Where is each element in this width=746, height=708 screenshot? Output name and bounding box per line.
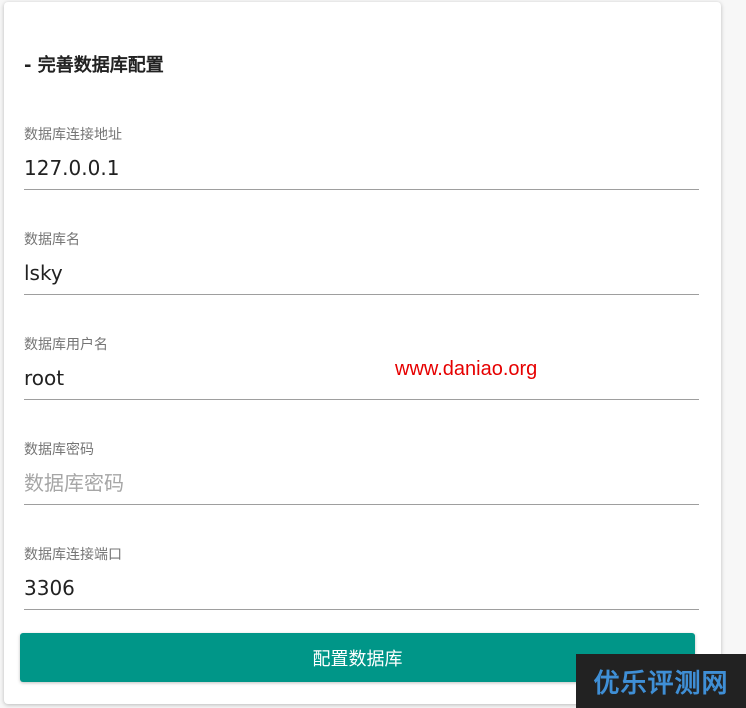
db-name-label: 数据库名 bbox=[24, 232, 80, 248]
db-host-label: 数据库连接地址 bbox=[24, 127, 122, 143]
db-user-label: 数据库用户名 bbox=[24, 337, 108, 353]
form-title: - 完善数据库配置 bbox=[24, 55, 164, 76]
db-password-input[interactable] bbox=[24, 463, 699, 505]
db-user-field: 数据库用户名 bbox=[24, 334, 699, 400]
db-password-field: 数据库密码 bbox=[24, 439, 699, 505]
db-host-field: 数据库连接地址 bbox=[24, 124, 699, 190]
db-user-input[interactable] bbox=[24, 358, 699, 400]
db-password-label: 数据库密码 bbox=[24, 442, 94, 458]
database-config-card: - 完善数据库配置 数据库连接地址 数据库名 数据库用户名 数据库密码 数据库连… bbox=[4, 2, 721, 704]
db-port-input[interactable] bbox=[24, 568, 699, 610]
db-name-field: 数据库名 bbox=[24, 229, 699, 295]
db-port-field: 数据库连接端口 bbox=[24, 544, 699, 610]
db-name-input[interactable] bbox=[24, 253, 699, 295]
watermark-badge: 优乐评测网 bbox=[576, 654, 746, 708]
watermark-url: www.daniao.org bbox=[395, 358, 538, 380]
db-host-input[interactable] bbox=[24, 148, 699, 190]
db-port-label: 数据库连接端口 bbox=[24, 547, 122, 563]
